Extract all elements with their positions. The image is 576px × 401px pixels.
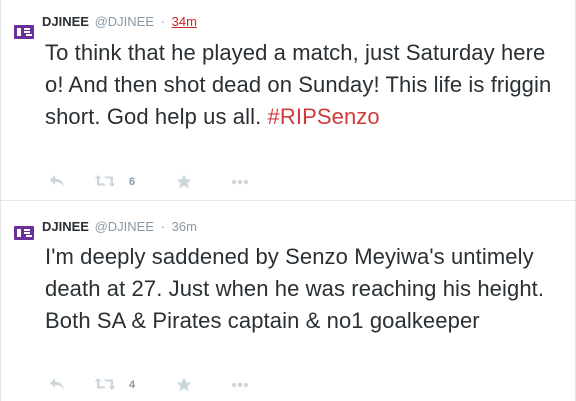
tweet[interactable]: DJINEE @DJINEE · 36m I'm deeply saddened… xyxy=(1,201,576,401)
tweet-actions: 6 xyxy=(45,174,345,190)
tweet-fullname[interactable]: DJINEE xyxy=(42,219,89,234)
tweet-text: I'm deeply saddened by Senzo Meyiwa's un… xyxy=(45,241,570,337)
tweet-text: To think that he played a match, just Sa… xyxy=(45,37,570,133)
retweet-icon[interactable] xyxy=(94,377,116,393)
tweet-header: DJINEE @DJINEE · 34m xyxy=(42,14,197,30)
tweet-text-body: I'm deeply saddened by Senzo Meyiwa's un… xyxy=(45,244,545,333)
avatar[interactable] xyxy=(14,226,34,240)
star-icon[interactable] xyxy=(176,174,192,190)
header-separator: · xyxy=(160,14,165,29)
tweet-fullname[interactable]: DJINEE xyxy=(42,14,89,29)
retweet-count: 4 xyxy=(129,379,136,391)
tweet-actions: 4 xyxy=(45,377,345,393)
star-icon[interactable] xyxy=(176,377,192,393)
retweet-count: 6 xyxy=(129,176,136,188)
tweet[interactable]: DJINEE @DJINEE · 34m To think that he pl… xyxy=(1,0,576,201)
more-icon[interactable] xyxy=(231,174,249,190)
avatar[interactable] xyxy=(14,25,34,39)
reply-icon[interactable] xyxy=(49,174,65,190)
header-separator: · xyxy=(160,219,165,234)
tweet-timestamp[interactable]: 34m xyxy=(172,14,197,29)
tweet-timeline: DJINEE @DJINEE · 34m To think that he pl… xyxy=(0,0,576,401)
more-icon[interactable] xyxy=(231,377,249,393)
tweet-timestamp[interactable]: 36m xyxy=(172,219,197,234)
retweet-icon[interactable] xyxy=(94,174,116,190)
hashtag-link[interactable]: #RIPSenzo xyxy=(268,104,380,129)
tweet-header: DJINEE @DJINEE · 36m xyxy=(42,219,197,235)
reply-icon[interactable] xyxy=(49,377,65,393)
tweet-username[interactable]: @DJINEE xyxy=(95,219,154,234)
tweet-username[interactable]: @DJINEE xyxy=(95,14,154,29)
